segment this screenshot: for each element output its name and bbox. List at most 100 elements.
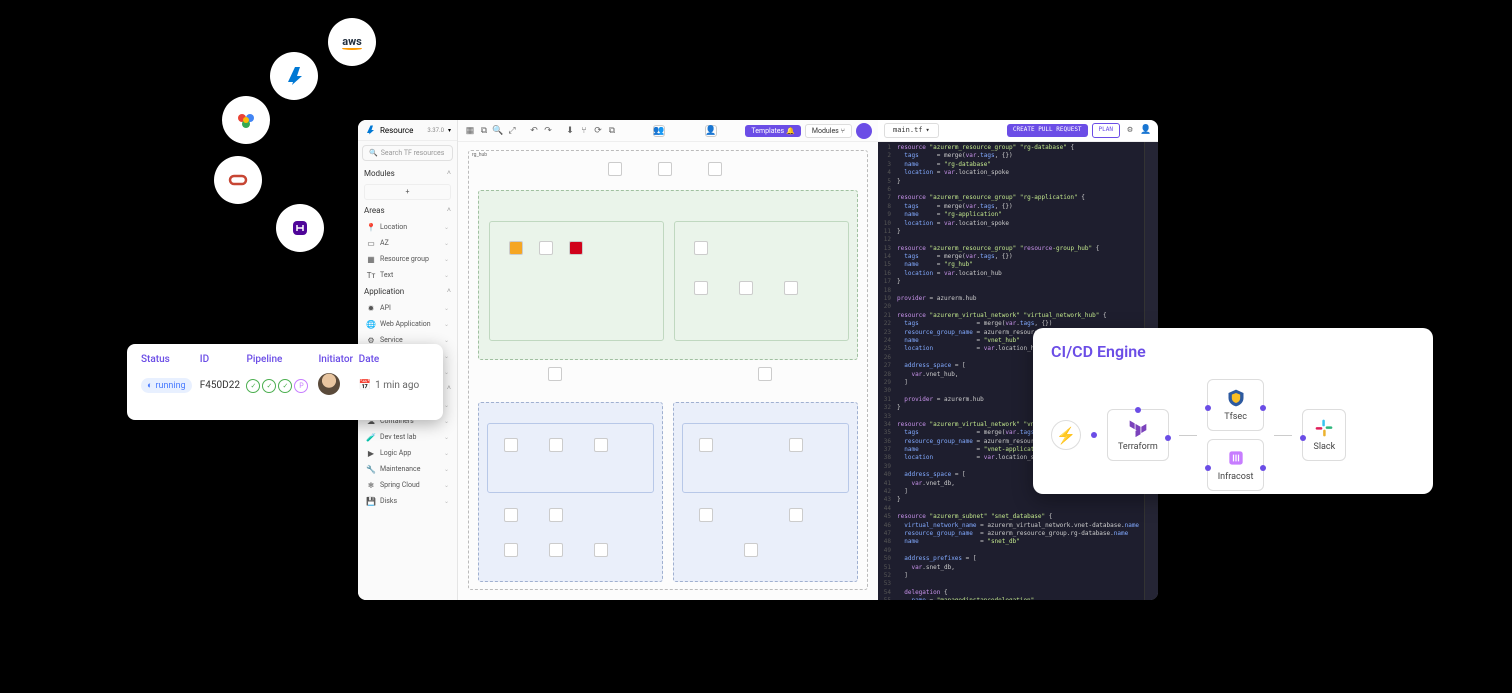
chevron-down-icon: ▾: [926, 126, 930, 136]
step-check-icon: ✓: [262, 379, 276, 393]
tool-download-icon[interactable]: ⬇: [564, 125, 576, 137]
date-cell: 📅1 min ago: [359, 380, 429, 391]
line-gutter: 1234567891011121314151617181920212223242…: [878, 142, 894, 600]
chevron-icon: ⌄: [444, 450, 449, 457]
item-icon: ▦: [366, 254, 376, 264]
chevron-icon: ⌄: [444, 482, 449, 489]
th-pipeline: Pipeline: [246, 354, 318, 373]
item-label: API: [380, 304, 391, 312]
item-label: Disks: [380, 497, 397, 505]
scaleway-icon: [288, 216, 312, 240]
plan-button[interactable]: PLAN: [1092, 123, 1120, 137]
status-row[interactable]: ◐running F450D22 ✓ ✓ ✓ P 📅1 min ago: [141, 373, 429, 398]
chevron-icon: ⌄: [444, 434, 449, 441]
editor-settings-icon[interactable]: ⚙: [1124, 125, 1136, 137]
sidebar-item[interactable]: 📍Location⌄: [358, 219, 457, 235]
diagram-area[interactable]: rg_hub: [458, 142, 878, 600]
item-icon: 💾: [366, 496, 376, 506]
azure-bubble: [270, 52, 318, 100]
item-icon: 🧪: [366, 432, 376, 442]
port-dot: [1260, 465, 1266, 471]
status-table: Status ID Pipeline Initiator Date ◐runni…: [141, 354, 429, 398]
user-avatar[interactable]: [856, 123, 872, 139]
lightning-icon: ⚡: [1056, 426, 1076, 445]
modules-button[interactable]: Modules ⑂: [805, 124, 852, 138]
terraform-node: Terraform: [1107, 409, 1169, 461]
run-id: F450D22: [200, 373, 247, 398]
canvas-toolbar: ▦ ⧉ 🔍 ⤢ ↶ ↷ ⬇ ⑂ ⟳ ⧉ 👥 👤 Templates 🔔: [458, 120, 878, 142]
chevron-icon: ⌄: [444, 498, 449, 505]
tool-layers-icon[interactable]: ⧉: [478, 125, 490, 137]
templates-button[interactable]: Templates 🔔: [745, 125, 800, 137]
tool-redo-icon[interactable]: ↷: [542, 125, 554, 137]
templates-label: Templates: [751, 127, 784, 135]
chevron-icon: ˄: [447, 287, 451, 296]
editor-user-icon[interactable]: 👤: [1140, 125, 1152, 137]
chevron-icon: ⌄: [444, 224, 449, 231]
tool-grid-icon[interactable]: ▦: [464, 125, 476, 137]
tool-copy-icon[interactable]: ⧉: [606, 125, 618, 137]
slack-node: Slack: [1302, 409, 1346, 461]
status-text: running: [155, 381, 185, 391]
sidebar-item[interactable]: 🌐Web Application⌄: [358, 316, 457, 332]
initiator-avatar: [318, 373, 340, 395]
sidebar-item[interactable]: 💾 Disks ⌄: [358, 493, 457, 509]
sidebar-item[interactable]: ✹ API ⌄: [358, 300, 457, 316]
sidebar-item[interactable]: ▶Logic App⌄: [358, 445, 457, 461]
scaleway-bubble: [276, 204, 324, 252]
trigger-node: ⚡: [1051, 420, 1081, 450]
oracle-bubble: [214, 156, 262, 204]
spinner-icon: ◐: [147, 380, 152, 391]
create-pr-button[interactable]: CREATE PULL REQUEST: [1007, 124, 1088, 136]
port-dot: [1260, 405, 1266, 411]
file-selector[interactable]: main.tf ▾: [884, 123, 939, 139]
chevron-icon: ⌄: [444, 369, 449, 376]
sidebar-item[interactable]: 🧪Dev test lab⌄: [358, 429, 457, 445]
modules-add[interactable]: +: [364, 184, 451, 200]
connector-line: [1179, 435, 1197, 436]
step-pending-icon: P: [294, 379, 308, 393]
sidebar-item[interactable]: 🔧Maintenance⌄: [358, 461, 457, 477]
search-input[interactable]: 🔍 Search TF resources: [362, 145, 453, 161]
chevron-icon: ⌄: [444, 305, 449, 312]
connector-dot: [1091, 432, 1097, 438]
section-modules[interactable]: Modules˄: [358, 165, 457, 182]
file-name: main.tf: [893, 126, 923, 136]
chevron-icon: ⌄: [444, 272, 449, 279]
search-icon: 🔍: [369, 149, 378, 157]
chevron-icon: ⌄: [444, 256, 449, 263]
infracost-icon: [1226, 448, 1246, 468]
slack-icon: [1314, 418, 1334, 438]
terraform-label: Terraform: [1118, 442, 1158, 452]
tool-user-icon[interactable]: 👤: [705, 125, 717, 137]
pipeline-steps: ✓ ✓ ✓ P: [246, 379, 308, 393]
cicd-title: CI/CD Engine: [1051, 342, 1415, 361]
tfsec-label: Tfsec: [1224, 412, 1247, 422]
sidebar-header: Resource 3.37.0 ▾: [358, 120, 457, 141]
modules-label: Modules: [812, 127, 839, 135]
tfsec-node: Tfsec: [1207, 379, 1265, 431]
item-label: Spring Cloud: [380, 481, 420, 489]
tool-history-icon[interactable]: ⟳: [592, 125, 604, 137]
item-icon: ✹: [366, 303, 376, 313]
tool-expand-icon[interactable]: ⤢: [506, 125, 518, 137]
section-application[interactable]: Application ˄: [358, 283, 457, 300]
tool-zoom-icon[interactable]: 🔍: [492, 125, 504, 137]
sidebar-item[interactable]: TтText⌄: [358, 267, 457, 283]
tool-undo-icon[interactable]: ↶: [528, 125, 540, 137]
section-application-label: Application: [364, 287, 404, 296]
item-label: Maintenance: [380, 465, 420, 473]
tool-users-icon[interactable]: 👥: [653, 125, 665, 137]
chevron-icon: ⌄: [444, 466, 449, 473]
section-areas[interactable]: Areas˄: [358, 202, 457, 219]
item-label: AZ: [380, 239, 389, 247]
connector-line: [1274, 435, 1292, 436]
chevron-down-icon[interactable]: ▾: [448, 127, 451, 134]
tool-branch-icon[interactable]: ⑂: [578, 125, 590, 137]
sidebar-item[interactable]: ▭AZ⌄: [358, 235, 457, 251]
chevron-icon: ˄: [447, 384, 451, 393]
canvas[interactable]: ▦ ⧉ 🔍 ⤢ ↶ ↷ ⬇ ⑂ ⟳ ⧉ 👥 👤 Templates 🔔: [458, 120, 878, 600]
sidebar-item[interactable]: ❄Spring Cloud⌄: [358, 477, 457, 493]
sidebar-item[interactable]: ▦Resource group⌄: [358, 251, 457, 267]
date-text: 1 min ago: [375, 380, 419, 391]
